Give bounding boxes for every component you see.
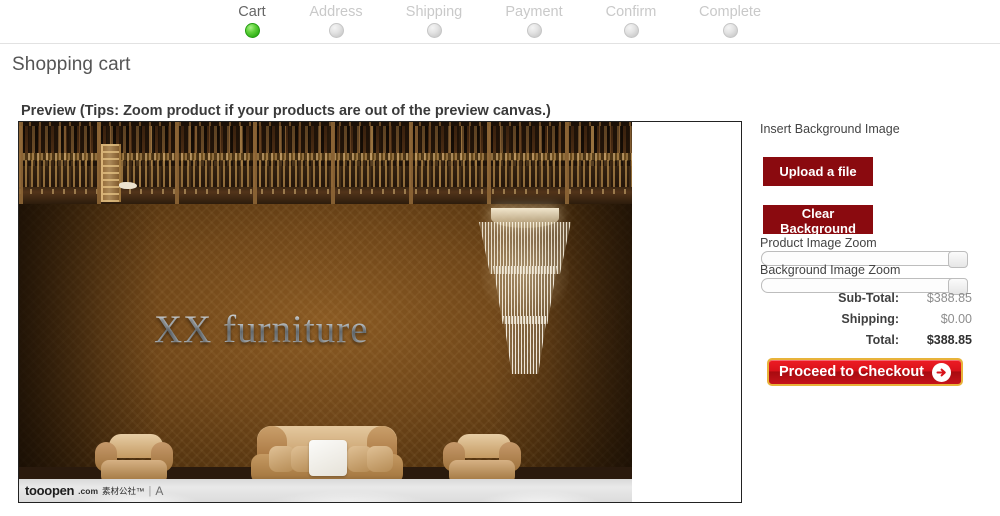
step-bullet-confirm <box>623 23 639 38</box>
furniture-group <box>19 422 632 484</box>
watermark-chinese-text: 素材公社™ <box>102 485 145 496</box>
background-image[interactable]: XX furniture tooopen .com 素材公社™ | A <box>19 122 632 502</box>
shipping-label: Shipping: <box>841 312 899 326</box>
step-label: Address <box>309 4 363 20</box>
arrow-right-circle-icon <box>932 362 952 382</box>
watermark-separator: | <box>148 484 152 497</box>
step-label: Confirm <box>605 4 657 20</box>
step-label: Payment <box>505 4 563 20</box>
clear-background-button[interactable]: Clear Background <box>763 205 873 236</box>
shipping-row: Shipping: $0.00 <box>760 312 972 333</box>
subtotal-value: $388.85 <box>926 291 972 305</box>
preview-canvas[interactable]: XX furniture tooopen .com 素材公社™ | A <box>18 121 742 503</box>
wall-logo-text: XX furniture <box>154 308 369 351</box>
library-balcony-band <box>19 122 632 204</box>
subtotal-label: Sub-Total: <box>838 291 899 305</box>
watermark-brand: tooopen <box>25 483 75 498</box>
checkout-step-indicator: Cart Address Shipping Payment Confirm Co… <box>0 0 1000 44</box>
step-complete[interactable]: Complete <box>680 4 780 38</box>
background-controls-panel: Insert Background Image Upload a file Cl… <box>760 121 972 386</box>
total-value: $388.85 <box>926 333 972 347</box>
step-address[interactable]: Address <box>286 4 386 38</box>
page-title: Shopping cart <box>12 54 131 75</box>
sofa <box>247 426 407 484</box>
armchair-right <box>443 434 521 484</box>
shipping-value: $0.00 <box>940 312 972 326</box>
subtotal-row: Sub-Total: $388.85 <box>760 291 972 312</box>
order-totals: Sub-Total: $388.85 Shipping: $0.00 Total… <box>760 291 972 354</box>
step-bullet-address <box>328 23 344 38</box>
preview-heading: Preview (Tips: Zoom product if your prod… <box>21 103 551 119</box>
step-label: Complete <box>698 4 762 20</box>
background-image-zoom-label: Background Image Zoom <box>760 263 901 277</box>
insert-background-image-label: Insert Background Image <box>760 122 900 136</box>
library-ladder <box>101 144 137 202</box>
step-bullet-cart <box>244 23 260 38</box>
watermark-suffix: A <box>155 483 164 498</box>
chandelier <box>471 204 579 379</box>
step-payment[interactable]: Payment <box>484 4 584 38</box>
total-label: Total: <box>865 333 899 347</box>
step-bullet-complete <box>722 23 738 38</box>
sofa-cushion <box>367 446 393 472</box>
step-label: Shipping <box>405 4 463 20</box>
proceed-to-checkout-label: Proceed to Checkout <box>778 364 925 380</box>
total-row: Total: $388.85 <box>760 333 972 354</box>
armchair-left <box>95 434 173 484</box>
upload-file-button[interactable]: Upload a file <box>763 157 873 186</box>
chandelier-tier-lower <box>503 316 547 374</box>
watermark-domain: .com <box>78 485 99 496</box>
proceed-to-checkout-button[interactable]: Proceed to Checkout <box>767 358 963 386</box>
step-bullet-payment <box>526 23 542 38</box>
step-confirm[interactable]: Confirm <box>581 4 681 38</box>
stock-photo-watermark: tooopen .com 素材公社™ | A <box>21 481 167 500</box>
product-zoom-slider-handle[interactable] <box>948 251 968 268</box>
sofa-white-pillow <box>309 440 347 476</box>
chandelier-tier-middle <box>493 266 557 324</box>
step-bullet-shipping <box>426 23 442 38</box>
product-image-zoom-label: Product Image Zoom <box>760 236 877 250</box>
step-shipping[interactable]: Shipping <box>384 4 484 38</box>
